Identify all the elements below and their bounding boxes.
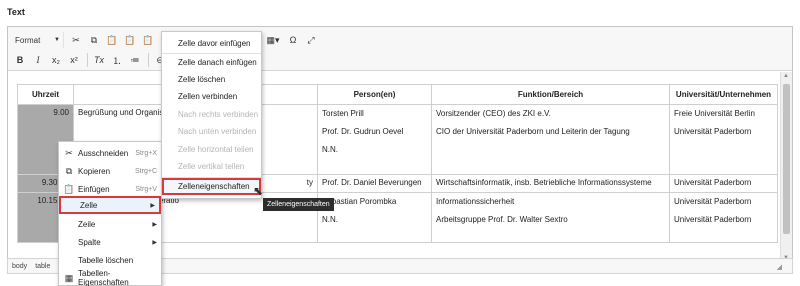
organization-text: Universität Paderborn [674, 197, 752, 206]
organization-text: Universität Paderborn [674, 215, 752, 224]
menu-item-column[interactable]: Spalte ▶ [59, 233, 161, 251]
function-text: Arbeitsgruppe Prof. Dr. Walter Sextro [436, 215, 568, 224]
superscript-icon[interactable]: x² [66, 52, 82, 68]
chevron-down-icon: ▼ [54, 37, 60, 43]
menu-item-label: Tabellen-Eigenschaften [78, 269, 129, 286]
submenu-item-split-horizontal: Zelle horizontal teilen [178, 145, 254, 154]
function-text: Informationssicherheit [436, 197, 515, 206]
subscript-icon[interactable]: x₂ [48, 52, 64, 68]
submenu-item-split-vertical: Zelle vertikal teilen [178, 162, 245, 171]
menu-item-cell[interactable]: Zelle ▶ [59, 196, 161, 214]
menu-item-label: Kopieren [78, 166, 111, 176]
editor-toolbar: Format ▼ ✂ ⧉ 📋 📋 📋 ▦▾ Ω ⤢ B I x₂ x² Tx ⒈… [8, 27, 792, 71]
menu-item-label: Spalte [78, 237, 101, 247]
omega-icon[interactable]: Ω [285, 32, 301, 48]
person-name: N.N. [322, 215, 338, 224]
menu-item-cut[interactable]: ✂ Ausschneiden Strg+X [59, 144, 161, 162]
vertical-scrollbar[interactable]: ▲ ▼ [780, 72, 792, 262]
submenu-item-merge-cells[interactable]: Zellen verbinden [162, 88, 261, 105]
italic-icon[interactable]: I [30, 52, 46, 68]
menu-item-label: Zeile [78, 219, 96, 229]
table-header-row: Uhrzeit Person(en) Funktion/Bereich Univ… [17, 84, 778, 105]
submenu-item-merge-right: Nach rechts verbinden [178, 110, 259, 119]
path-item-body[interactable]: body [12, 263, 27, 270]
submenu-arrow-icon: ▶ [152, 239, 157, 246]
mouse-pointer-icon: ⬉ [253, 184, 264, 198]
cut-icon[interactable]: ✂ [68, 32, 84, 48]
header-uhrzeit: Uhrzeit [17, 84, 74, 105]
table-icon[interactable]: ▦▾ [263, 32, 283, 48]
table-icon: ▦ [64, 272, 74, 283]
paste-icon: 📋 [63, 183, 75, 194]
organization-cell[interactable]: Universität Paderborn [669, 174, 778, 193]
format-dropdown-label: Format [15, 35, 41, 45]
menu-item-shortcut: Strg+C [135, 167, 157, 175]
format-dropdown[interactable]: Format ▼ [12, 32, 64, 48]
paste-icon[interactable]: 📋 [104, 32, 120, 48]
submenu-item-insert-cell-after[interactable]: Zelle danach einfügen [162, 54, 261, 71]
submenu-item-insert-cell-before[interactable]: Zelle davor einfügen [162, 35, 261, 52]
bulleted-list-icon[interactable]: ≔ [127, 52, 143, 68]
person-name: N.N. [322, 145, 338, 154]
context-menu: ✂ Ausschneiden Strg+X ⧉ Kopieren Strg+C … [58, 141, 162, 286]
clear-format-icon[interactable]: Tx [91, 52, 107, 68]
menu-item-label: Tabelle löschen [78, 255, 134, 265]
bold-icon[interactable]: B [12, 52, 28, 68]
persons-cell[interactable]: Sebastian Porombka N.N. [317, 192, 432, 243]
paste-word-icon[interactable]: 📋 [140, 32, 156, 48]
function-text: CIO der Universität Paderborn und Leiter… [436, 127, 630, 136]
paste-text-icon[interactable]: 📋 [122, 32, 138, 48]
function-cell[interactable]: Wirtschaftsinformatik, insb. Betrieblich… [431, 174, 670, 193]
scrollbar-thumb[interactable] [783, 84, 790, 234]
header-organization: Universität/Unternehmen [669, 84, 778, 105]
copy-icon: ⧉ [65, 165, 73, 176]
menu-item-delete-table[interactable]: Tabelle löschen [59, 251, 161, 269]
organization-text: Universität Paderborn [674, 127, 752, 136]
toolbar-row-2: B I x₂ x² Tx ⒈ ≔ ⊖ [12, 51, 170, 69]
toolbar-row-1: Format ▼ ✂ ⧉ 📋 📋 📋 [12, 31, 158, 49]
field-label: Text [7, 7, 25, 17]
organization-cell[interactable]: Universität Paderborn Universität Paderb… [669, 192, 778, 243]
menu-item-shortcut: Strg+X [135, 149, 157, 157]
function-cell[interactable]: Informationssicherheit Arbeitsgruppe Pro… [431, 192, 670, 243]
toolbar-divider [87, 53, 88, 67]
menu-item-label: Zelle [80, 200, 98, 210]
toolbar-divider [148, 53, 149, 67]
toolbar-row-1-right: ▦▾ Ω ⤢ [256, 31, 321, 49]
organization-text: Freie Universität Berlin [674, 109, 755, 118]
submenu-item-cell-properties[interactable]: Zelleneigenschaften [162, 178, 261, 195]
numbered-list-icon[interactable]: ⒈ [109, 52, 125, 68]
resize-grip-icon[interactable]: ◢ [777, 263, 782, 271]
cut-icon: ✂ [65, 147, 73, 158]
menu-item-label: Ausschneiden [78, 148, 129, 158]
copy-icon[interactable]: ⧉ [86, 32, 102, 48]
path-item-table[interactable]: table [35, 263, 50, 270]
menu-item-label: Einfügen [78, 184, 110, 194]
menu-item-copy[interactable]: ⧉ Kopieren Strg+C [59, 162, 161, 180]
persons-cell[interactable]: Prof. Dr. Daniel Beverungen [317, 174, 432, 193]
header-function: Funktion/Bereich [431, 84, 670, 105]
submenu-item-delete-cell[interactable]: Zelle löschen [162, 71, 261, 88]
cell-submenu: Zelle davor einfügen Zelle danach einfüg… [161, 31, 262, 199]
organization-cell[interactable]: Freie Universität Berlin Universität Pad… [669, 104, 778, 175]
person-name: Torsten Prill [322, 109, 364, 118]
tooltip: Zelleneigenschaften [263, 198, 334, 211]
maximize-icon[interactable]: ⤢ [303, 32, 319, 48]
scroll-up-icon[interactable]: ▲ [783, 73, 789, 79]
header-persons: Person(en) [317, 84, 432, 105]
submenu-arrow-icon: ▶ [152, 221, 157, 228]
function-cell[interactable]: Vorsitzender (CEO) des ZKI e.V. CIO der … [431, 104, 670, 175]
menu-item-row[interactable]: Zeile ▶ [59, 215, 161, 233]
submenu-arrow-icon: ▶ [150, 202, 155, 209]
person-name: Sebastian Porombka [322, 197, 397, 206]
persons-cell[interactable]: Torsten Prill Prof. Dr. Gudrun Oevel N.N… [317, 104, 432, 175]
function-text: Vorsitzender (CEO) des ZKI e.V. [436, 109, 551, 118]
submenu-item-merge-down: Nach unten verbinden [178, 127, 257, 136]
menu-item-table-properties[interactable]: ▦ Tabellen-Eigenschaften [59, 269, 161, 286]
person-name: Prof. Dr. Gudrun Oevel [322, 127, 404, 136]
menu-item-shortcut: Strg+V [135, 185, 157, 193]
